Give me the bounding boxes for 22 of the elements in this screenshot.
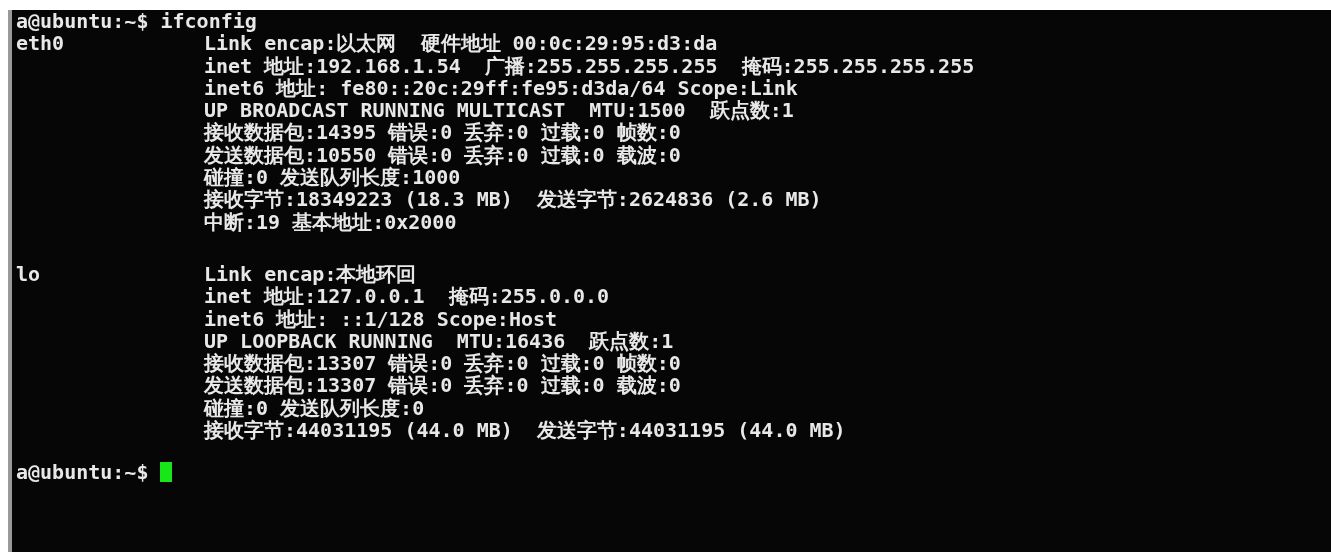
interface-name: lo <box>16 262 42 286</box>
output-line: inet6 地址: fe80::20c:29ff:fe95:d3da/64 Scope:Link <box>204 76 799 100</box>
output-line: Link encap:本地环回 <box>204 262 418 286</box>
output-line: 接收字节:44031195 (44.0 MB) 发送字节:44031195 (44.0 MB) <box>204 419 847 442</box>
output-line: 接收数据包:13307 错误:0 丢弃:0 过载:0 帧数:0 <box>204 352 682 375</box>
output-line: Link encap:以太网 硬件地址 00:0c:29:95:d3:da <box>204 32 719 55</box>
output-line: 接收字节:18349223 (18.3 MB) 发送字节:2624836 (2.6 MB) <box>204 188 823 211</box>
cursor <box>160 462 173 483</box>
command-line: a@ubuntu:~$ ifconfig <box>16 10 258 33</box>
output-line: inet6 地址: ::1/128 Scope:Host <box>204 307 559 330</box>
output-line: 发送数据包:13307 错误:0 丢弃:0 过载:0 载波:0 <box>204 374 682 397</box>
output-line: 碰撞:0 发送队列长度:1000 <box>204 166 462 189</box>
shell-prompt: a@ubuntu:~$ <box>16 461 149 484</box>
output-line: inet 地址:192.168.1.54 广播:255.255.255.255 掩码:255.255.255.255 <box>204 54 976 77</box>
output-line: 中断:19 基本地址:0x2000 <box>204 210 458 233</box>
output-line: UP BROADCAST RUNNING MULTICAST MTU:1500 跃点数:1 <box>204 99 794 122</box>
output-line: UP LOOPBACK RUNNING MTU:16436 跃点数:1 <box>204 329 675 353</box>
output-line: 碰撞:0 发送队列长度:0 <box>204 396 425 420</box>
interface-name: eth0 <box>16 32 66 55</box>
output-line: inet 地址:127.0.0.1 掩码:255.0.0.0 <box>204 285 611 308</box>
output-line: 接收数据包:14395 错误:0 丢弃:0 过载:0 帧数:0 <box>204 121 682 144</box>
output-line: 发送数据包:10550 错误:0 丢弃:0 过载:0 载波:0 <box>204 143 682 167</box>
